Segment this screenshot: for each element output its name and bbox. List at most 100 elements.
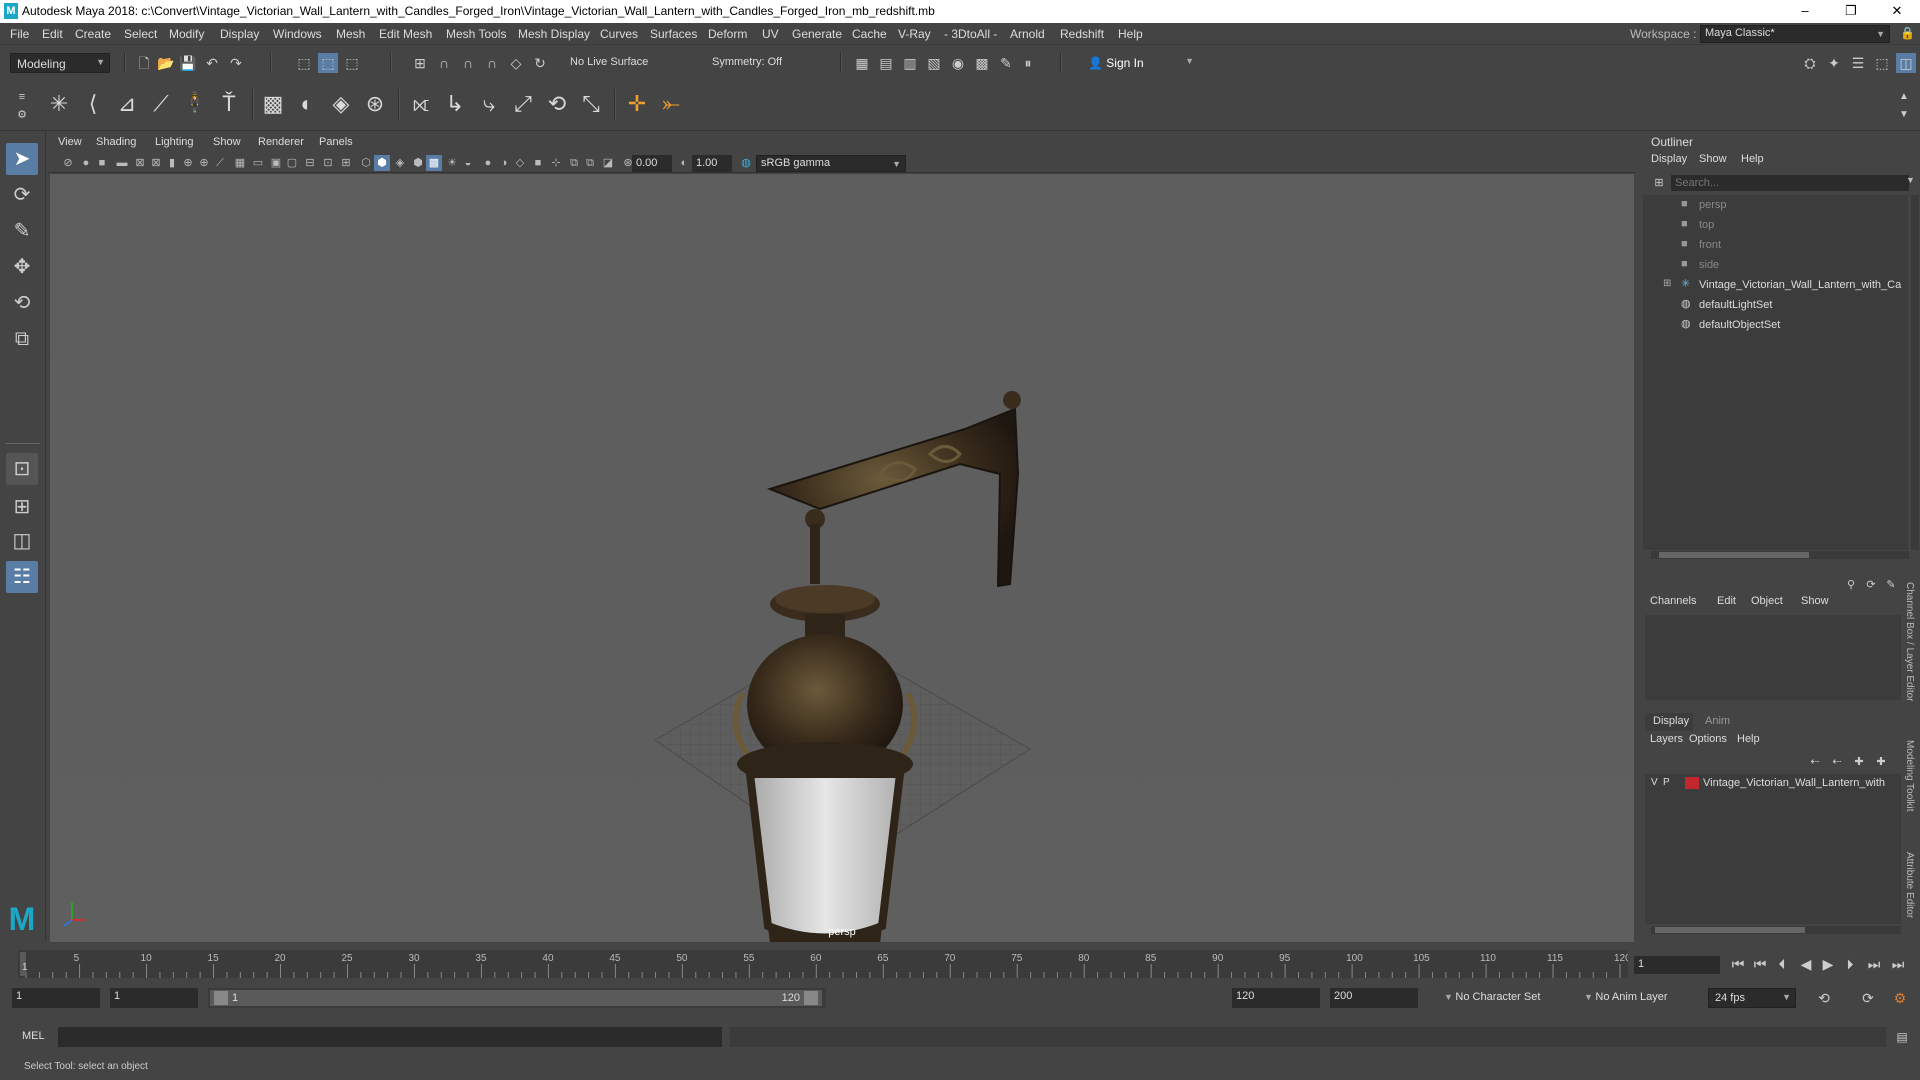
menu-curves[interactable]: Curves: [600, 27, 638, 41]
paint-weights-icon[interactable]: ◐: [292, 87, 322, 121]
safe-action-icon[interactable]: ▢: [284, 155, 300, 171]
new-scene-icon[interactable]: 🗋: [134, 53, 154, 73]
smooth-shade-icon[interactable]: ⬢: [374, 155, 390, 171]
character-set-dropdown[interactable]: ▼ No Character Set: [1438, 988, 1574, 1008]
outliner-menu-show[interactable]: Show: [1699, 153, 1727, 165]
outliner-item-default-object-set[interactable]: ◍ defaultObjectSet: [1643, 315, 1913, 335]
time-track[interactable]: 5 10 15 20 25 30 35 40 45 50 55 60 65 70 75 80 85 90 95 100…: [18, 950, 1631, 978]
sign-in-button[interactable]: 👤 Sign In ▼: [1082, 53, 1198, 73]
camera-select-icon[interactable]: ⊘: [60, 155, 76, 171]
grease-pencil-icon[interactable]: ⊠: [148, 155, 164, 171]
wireframe-on-shaded-icon[interactable]: ⬢: [410, 155, 426, 171]
menu-generate[interactable]: Generate: [792, 27, 842, 41]
bookmark-icon[interactable]: ■: [94, 155, 110, 171]
expand-icon[interactable]: ⊞: [1663, 278, 1671, 289]
fps-dropdown[interactable]: 24 fps ▼: [1708, 988, 1796, 1008]
layer-row[interactable]: V P Vintage_Victorian_Wall_Lantern_with: [1645, 774, 1901, 792]
depth-of-field-icon[interactable]: ■: [530, 155, 546, 171]
outliner-item-front[interactable]: ■ front: [1643, 235, 1913, 255]
step-forward-frame-icon[interactable]: ⏵: [1840, 954, 1860, 974]
channel-edit-icon[interactable]: ✎: [1881, 575, 1901, 595]
menu-create[interactable]: Create: [75, 27, 111, 41]
auto-key-icon[interactable]: ⟳: [1858, 988, 1878, 1008]
menu-mesh-tools[interactable]: Mesh Tools: [446, 27, 506, 41]
snap-curve-icon[interactable]: ∩: [434, 53, 454, 73]
anim-prefs-icon[interactable]: ⚙: [1890, 988, 1910, 1008]
range-start-grip[interactable]: [214, 991, 228, 1005]
channel-menu-edit[interactable]: Edit: [1717, 595, 1736, 607]
wire-icon[interactable]: ⟲: [542, 87, 572, 121]
shelf-menu-icon[interactable]: ≡: [12, 87, 32, 107]
menu-cache[interactable]: Cache: [852, 27, 887, 41]
pivot-icon[interactable]: ✳: [44, 87, 74, 121]
outliner-vscrollbar[interactable]: [1911, 195, 1919, 550]
menu-display[interactable]: Display: [220, 27, 259, 41]
new-layer-icon[interactable]: ✚: [1849, 752, 1869, 772]
menu-select[interactable]: Select: [124, 27, 157, 41]
render-settings-icon[interactable]: ▦: [852, 53, 872, 73]
xray-icon[interactable]: ⊞: [338, 155, 354, 171]
shelf-settings-icon[interactable]: ⚙: [12, 105, 32, 125]
snap-view-icon[interactable]: ∩: [482, 53, 502, 73]
current-frame-field[interactable]: 1: [1634, 956, 1720, 974]
channel-menu-channels[interactable]: Channels: [1650, 595, 1696, 607]
layer-visibility-toggle[interactable]: V: [1651, 777, 1658, 788]
playback-end-field[interactable]: 120: [1232, 988, 1320, 1008]
nonlinear-icon[interactable]: ⤢: [508, 87, 538, 121]
step-back-key-icon[interactable]: ⏮: [1750, 954, 1770, 974]
select-object-icon[interactable]: ⬚: [318, 53, 338, 73]
outliner-menu-help[interactable]: Help: [1741, 153, 1764, 165]
two-view-icon[interactable]: ◫: [6, 525, 38, 557]
viewport-menu-shading[interactable]: Shading: [96, 136, 136, 148]
bend-icon[interactable]: ⤷: [474, 87, 504, 121]
range-handle[interactable]: 1 120: [210, 990, 822, 1006]
tool-settings-icon[interactable]: ☰: [1848, 53, 1868, 73]
animation-end-field[interactable]: 200: [1330, 988, 1418, 1008]
maximize-button[interactable]: ❐: [1828, 0, 1874, 23]
channel-tool-icon[interactable]: ⚲: [1841, 575, 1861, 595]
outliner-layout-icon[interactable]: ☷: [6, 561, 38, 593]
default-material-icon[interactable]: ◈: [392, 155, 408, 171]
outliner-item-persp[interactable]: ■ persp: [1643, 195, 1913, 215]
mode-dropdown[interactable]: Modeling ▼: [10, 53, 110, 73]
open-scene-icon[interactable]: 📂: [156, 53, 176, 73]
menu-deform[interactable]: Deform: [708, 27, 747, 41]
lasso-tool-icon[interactable]: ⟳: [6, 179, 38, 211]
viewport-menu-lighting[interactable]: Lighting: [155, 136, 194, 148]
menu-file[interactable]: File: [10, 27, 29, 41]
move-layer-up-icon[interactable]: ⇠: [1805, 752, 1825, 772]
menu-uv[interactable]: UV: [762, 27, 779, 41]
resolution-gate-icon[interactable]: ⟋: [212, 155, 228, 171]
minimize-button[interactable]: –: [1782, 0, 1828, 23]
image-plane-icon[interactable]: ▬: [114, 155, 130, 171]
select-component-icon[interactable]: ⬚: [342, 53, 362, 73]
constraint-icon[interactable]: ✛: [622, 87, 652, 121]
outliner-search-input[interactable]: [1671, 175, 1909, 191]
xray-active-icon[interactable]: ⧉: [582, 155, 598, 171]
film-gate-icon[interactable]: ⊕: [196, 155, 212, 171]
light-editor-icon[interactable]: ✎: [996, 53, 1016, 73]
color-management-icon[interactable]: ◍: [738, 155, 754, 171]
backface-icon[interactable]: ◪: [600, 155, 616, 171]
isolate-icon[interactable]: ⊡: [320, 155, 336, 171]
ambient-occlusion-icon[interactable]: ●: [480, 155, 496, 171]
scroll-down-icon[interactable]: ▼: [1894, 105, 1914, 125]
playback-start-field[interactable]: 1: [110, 988, 198, 1008]
side-tab-modeling-toolkit[interactable]: Modeling Toolkit: [1904, 740, 1915, 812]
aim-constraint-icon[interactable]: ⤜: [656, 87, 686, 121]
channel-menu-object[interactable]: Object: [1751, 595, 1783, 607]
cluster-icon[interactable]: ⊛: [360, 87, 390, 121]
go-to-end-icon[interactable]: ⏭: [1888, 954, 1908, 974]
play-forward-icon[interactable]: ▶: [1818, 954, 1838, 974]
side-tab-attribute-editor[interactable]: Attribute Editor: [1904, 852, 1915, 918]
ipr-render-icon[interactable]: ▥: [900, 53, 920, 73]
outliner-menu-display[interactable]: Display: [1651, 153, 1687, 165]
menu-mesh-display[interactable]: Mesh Display: [518, 27, 590, 41]
anti-alias-icon[interactable]: ◇: [512, 155, 528, 171]
attribute-editor-icon[interactable]: ✦: [1824, 53, 1844, 73]
pause-icon[interactable]: ⏸: [1018, 53, 1038, 73]
snap-grid-icon[interactable]: ⊞: [410, 53, 430, 73]
camera-attr-icon[interactable]: ●: [78, 155, 94, 171]
close-button[interactable]: ✕: [1874, 0, 1920, 23]
move-tool-icon[interactable]: ✥: [6, 251, 38, 283]
